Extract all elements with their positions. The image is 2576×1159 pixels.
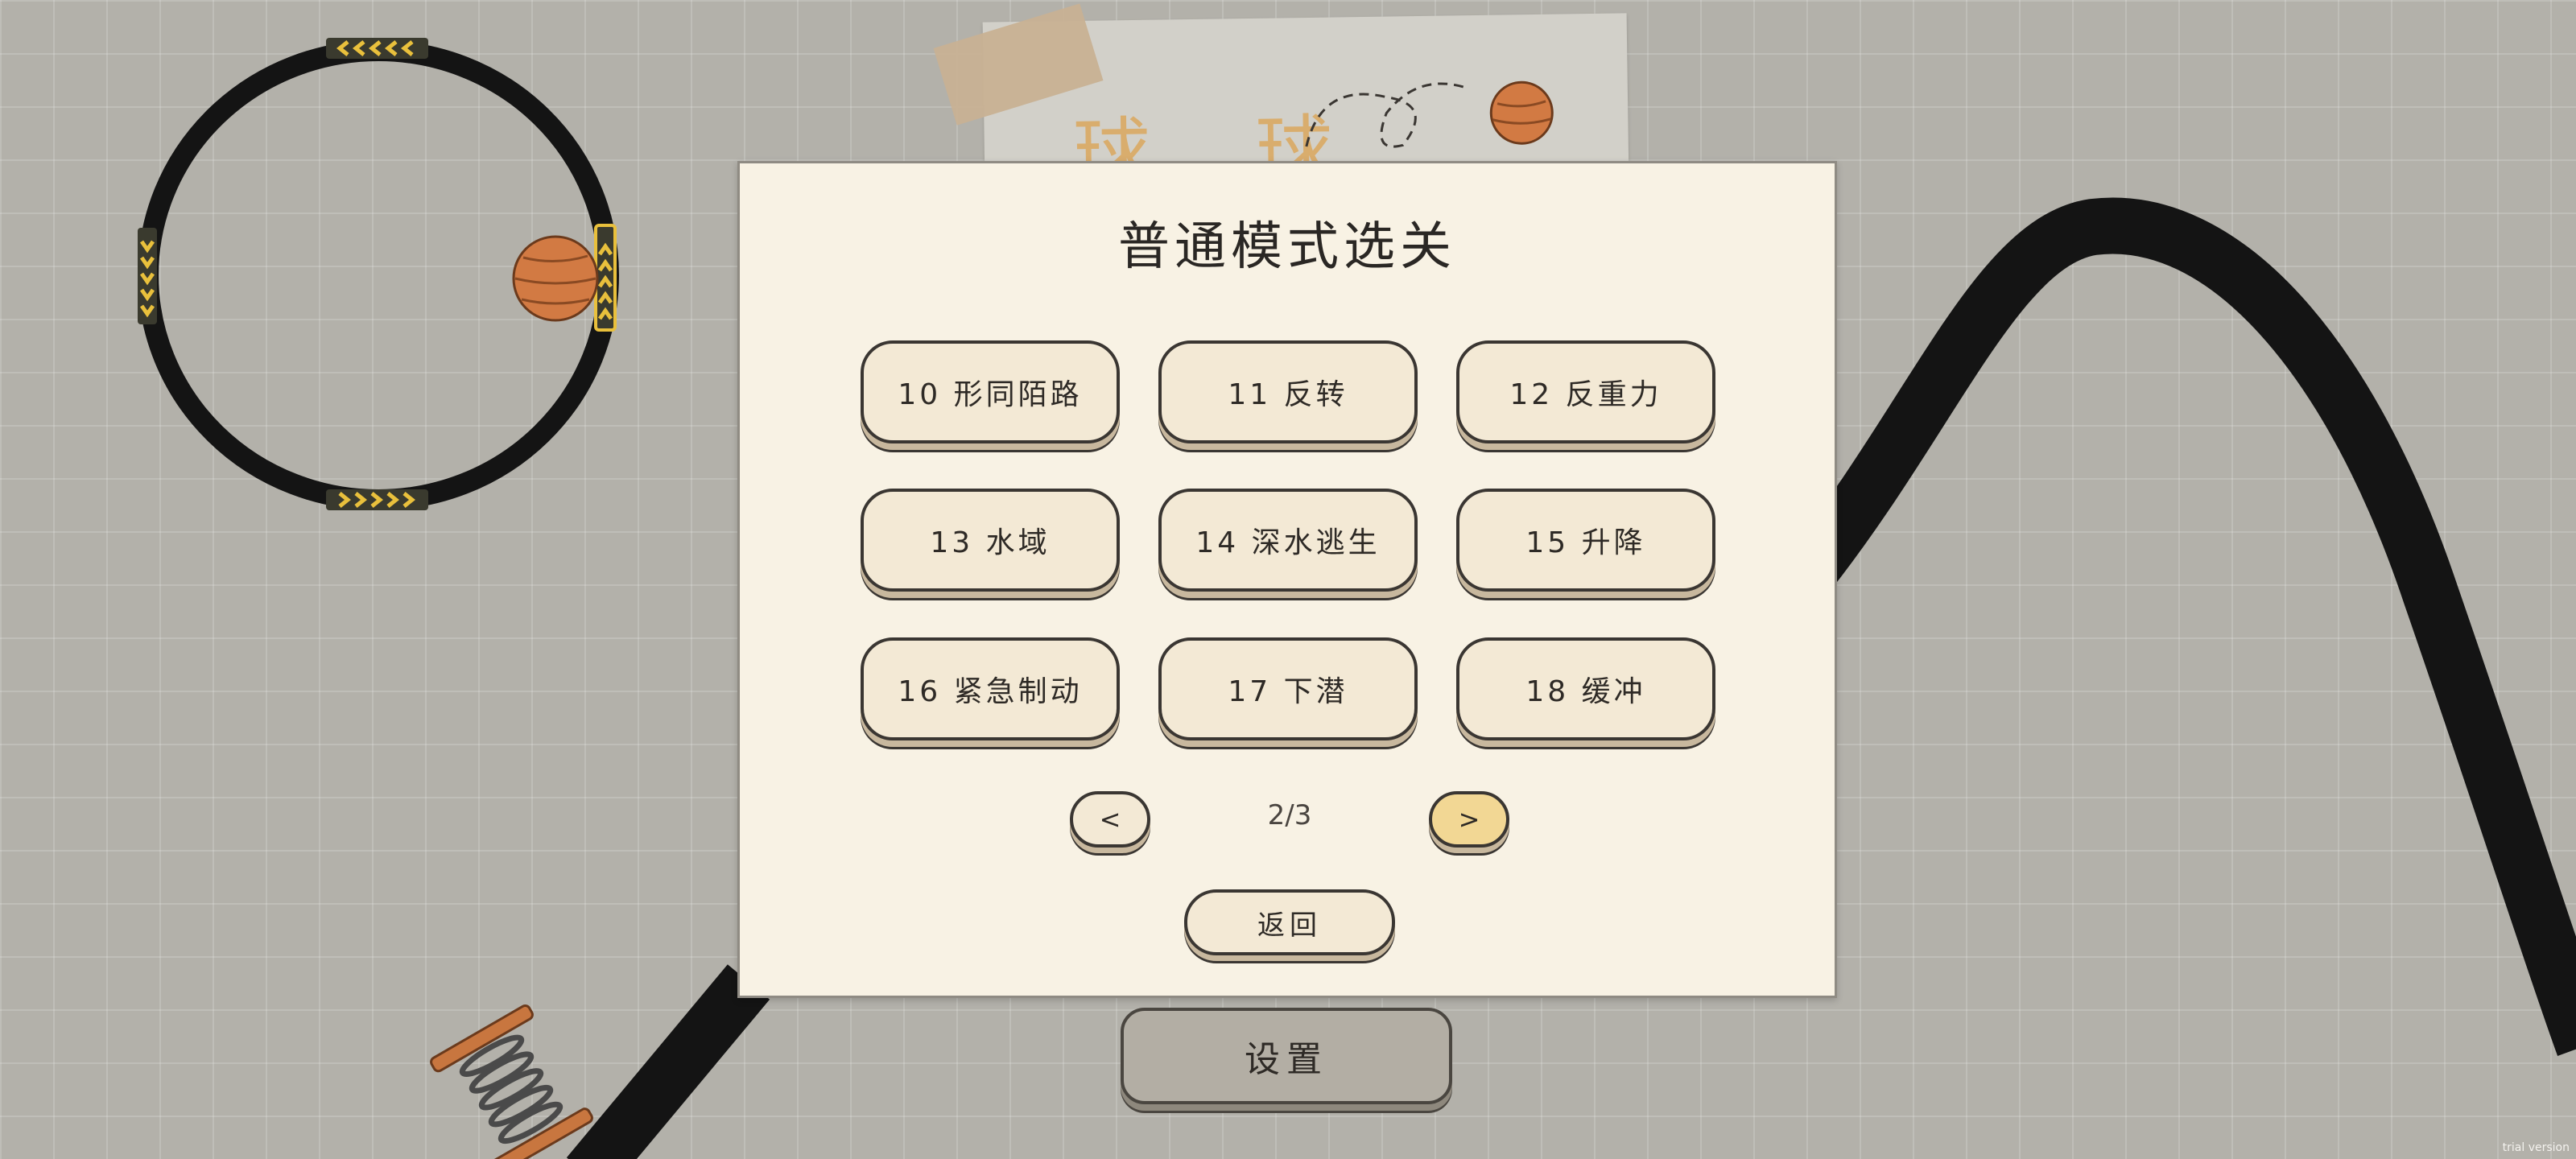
- prev-page-button[interactable]: <: [1070, 791, 1150, 848]
- level-button-18[interactable]: 18 缓冲: [1456, 637, 1715, 740]
- level-button-12[interactable]: 12 反重力: [1456, 340, 1715, 443]
- level-button-17[interactable]: 17 下潜: [1158, 637, 1418, 740]
- level-button-14[interactable]: 14 深水逃生: [1158, 489, 1418, 592]
- level-button-16[interactable]: 16 紧急制动: [861, 637, 1120, 740]
- level-button-15[interactable]: 15 升降: [1456, 489, 1715, 592]
- next-page-button[interactable]: >: [1429, 791, 1509, 848]
- watermark: trial version: [2502, 1141, 2570, 1154]
- spring: [430, 1004, 593, 1159]
- back-button[interactable]: 返回: [1184, 889, 1395, 955]
- dialog-title: 普通模式选关: [1118, 217, 1456, 277]
- settings-button[interactable]: 设置: [1121, 1008, 1452, 1104]
- diagonal-track: [566, 964, 770, 1159]
- right-booster: [594, 224, 617, 332]
- page-indicator: 2/3: [1267, 799, 1312, 831]
- top-booster: [326, 38, 428, 59]
- level-select-dialog: 普通模式选关 10 形同陌路 11 反转 12 反重力 13 水域 14 深水逃…: [737, 161, 1837, 998]
- bottom-booster: [326, 489, 428, 510]
- level-button-11[interactable]: 11 反转: [1158, 340, 1418, 443]
- curved-track: [1781, 197, 2576, 1056]
- level-button-13[interactable]: 13 水域: [861, 489, 1120, 592]
- title-card-ball: [1489, 80, 1554, 145]
- level-button-10[interactable]: 10 形同陌路: [861, 340, 1120, 443]
- ball: [512, 235, 599, 322]
- left-booster: [138, 228, 157, 324]
